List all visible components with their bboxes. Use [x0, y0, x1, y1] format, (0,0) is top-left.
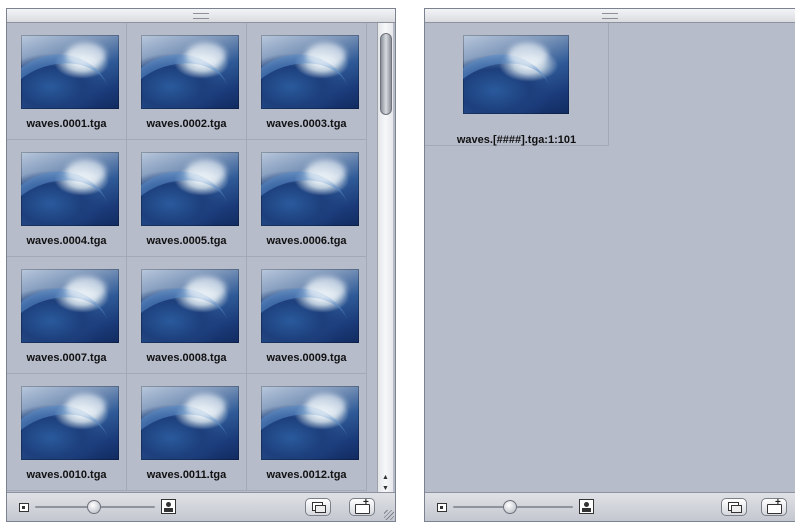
thumbnail-cell[interactable]: waves.0002.tga: [127, 23, 247, 140]
thumbnail-label: waves.0008.tga: [146, 352, 227, 364]
thumbnail-label: waves.0002.tga: [146, 118, 227, 130]
new-folder-button[interactable]: [761, 498, 787, 516]
wave-thumbnail: [141, 152, 239, 226]
wave-thumbnail: [21, 386, 119, 460]
thumbnail-size-slider-knob[interactable]: [503, 500, 517, 514]
wave-thumbnail: [21, 152, 119, 226]
thumbnail-label: waves.0005.tga: [146, 235, 227, 247]
wave-thumbnail: [141, 35, 239, 109]
wave-thumbnail: [463, 35, 569, 114]
thumbnail-cell[interactable]: waves.0011.tga: [127, 374, 247, 491]
thumbnail-label: waves.0006.tga: [266, 235, 347, 247]
large-thumbnail-icon[interactable]: [161, 499, 176, 514]
wave-thumbnail: [261, 35, 359, 109]
wave-thumbnail: [21, 269, 119, 343]
thumbnail-cell[interactable]: waves.0009.tga: [247, 257, 367, 374]
thumbnail-label: waves.0003.tga: [266, 118, 347, 130]
thumbnail-cell[interactable]: waves.0010.tga: [7, 374, 127, 491]
wave-thumbnail: [141, 386, 239, 460]
thumbnail-label: waves.0009.tga: [266, 352, 347, 364]
grip-lines-icon: [193, 13, 209, 19]
duplicate-button[interactable]: [305, 498, 331, 516]
scroll-up-arrow-icon[interactable]: ▲: [380, 473, 391, 483]
small-thumbnail-icon[interactable]: [19, 503, 29, 512]
duplicate-button[interactable]: [721, 498, 747, 516]
small-thumbnail-icon[interactable]: [437, 503, 447, 512]
thumbnail-cell[interactable]: waves.0001.tga: [7, 23, 127, 140]
thumbnail-cell[interactable]: waves.0004.tga: [7, 140, 127, 257]
panel-resize-grip[interactable]: [425, 9, 795, 23]
thumbnail-label: waves.[####].tga:1:101: [456, 134, 577, 146]
vertical-scrollbar[interactable]: ▲ ▼: [377, 23, 393, 495]
thumbnail-cell[interactable]: waves.0005.tga: [127, 140, 247, 257]
thumbnail-label: waves.0001.tga: [26, 118, 107, 130]
thumbnail-label: waves.0004.tga: [26, 235, 107, 247]
bottom-toolbar: [425, 492, 795, 521]
panel-resize-grip[interactable]: [7, 9, 395, 23]
thumbnail-cell[interactable]: waves.0012.tga: [247, 374, 367, 491]
thumbnail-cell[interactable]: waves.0007.tga: [7, 257, 127, 374]
thumbnail-cell[interactable]: waves.0006.tga: [247, 140, 367, 257]
thumbnail-label: waves.0007.tga: [26, 352, 107, 364]
wave-thumbnail: [141, 269, 239, 343]
left-browser-panel: waves.0001.tga waves.0002.tga waves.0003…: [6, 8, 396, 522]
thumbnail-cell[interactable]: waves.[####].tga:1:101: [425, 23, 609, 146]
right-browser-panel: waves.[####].tga:1:101: [424, 8, 795, 522]
thumbnail-grid: waves.0001.tga waves.0002.tga waves.0003…: [7, 23, 376, 495]
thumbnail-cell[interactable]: waves.0008.tga: [127, 257, 247, 374]
wave-thumbnail: [21, 35, 119, 109]
thumbnail-label: waves.0012.tga: [266, 469, 347, 481]
wave-thumbnail: [261, 152, 359, 226]
new-folder-button[interactable]: [349, 498, 375, 516]
thumbnail-label: waves.0011.tga: [146, 469, 227, 481]
thumbnail-cell[interactable]: waves.0003.tga: [247, 23, 367, 140]
bottom-toolbar: [7, 492, 395, 521]
grip-lines-icon: [602, 13, 618, 19]
thumbnail-size-slider-knob[interactable]: [87, 500, 101, 514]
large-thumbnail-icon[interactable]: [579, 499, 594, 514]
wave-thumbnail: [261, 269, 359, 343]
scrollbar-thumb[interactable]: [380, 33, 392, 115]
thumbnail-label: waves.0010.tga: [26, 469, 107, 481]
wave-thumbnail: [261, 386, 359, 460]
resize-corner-icon[interactable]: [384, 510, 394, 520]
